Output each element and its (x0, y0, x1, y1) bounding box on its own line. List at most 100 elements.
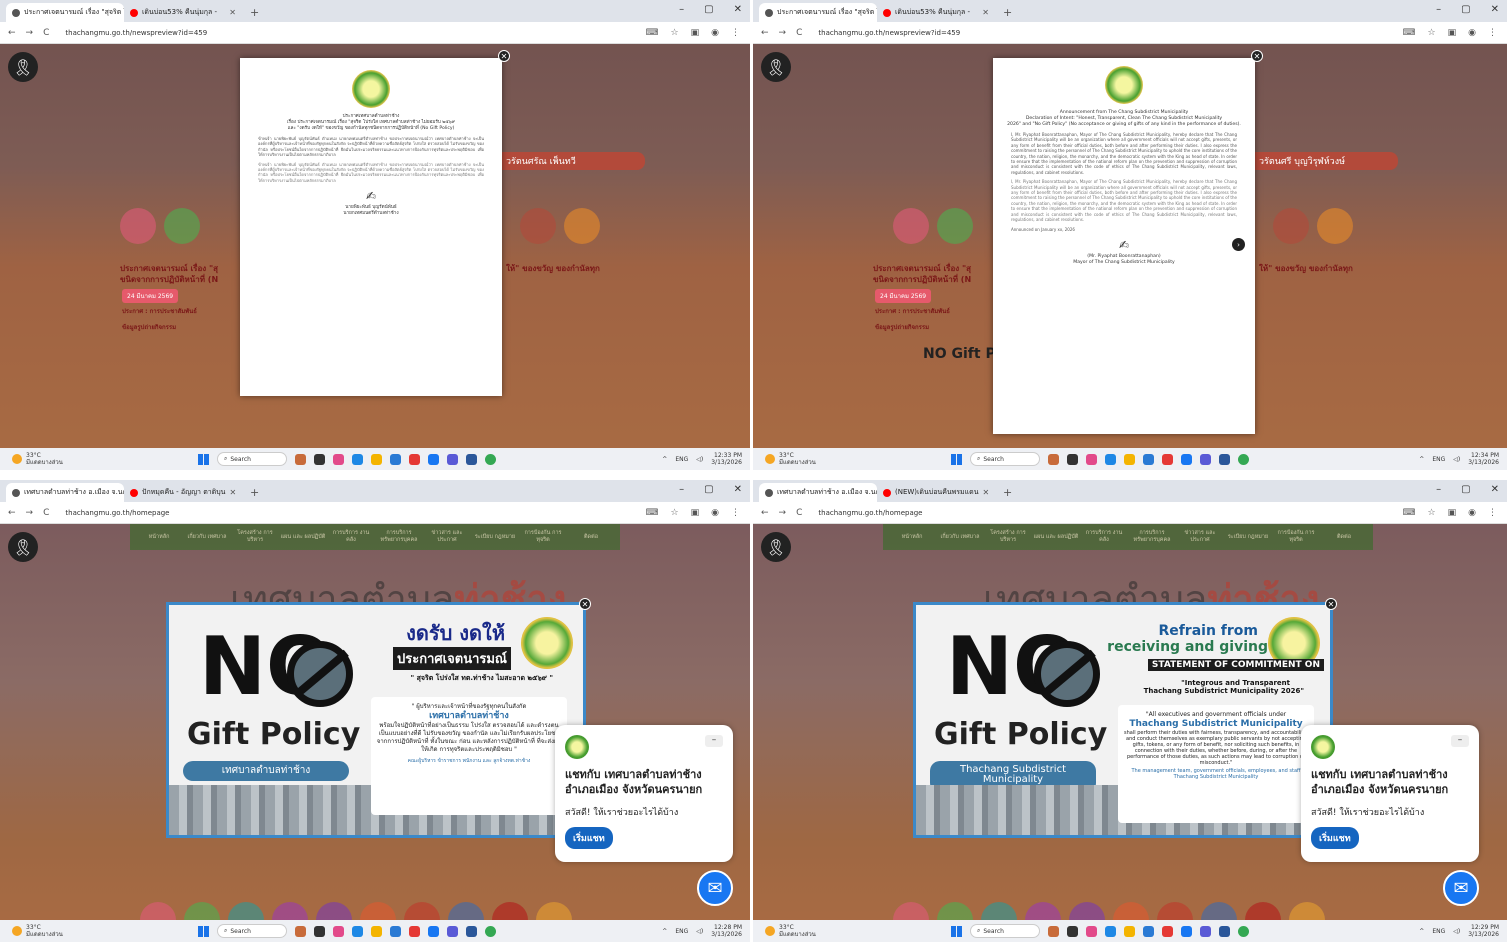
close-window-button[interactable]: ✕ (1491, 484, 1499, 495)
bookmark-star-icon[interactable]: ☆ (671, 508, 679, 518)
translate-icon[interactable]: ⌨ (646, 508, 659, 518)
minimize-button[interactable]: – (679, 4, 684, 15)
weather-widget[interactable]: 33°C มีแดดบางส่วน (765, 452, 816, 466)
edge-icon[interactable] (352, 925, 363, 937)
nav-item[interactable]: ระเบียบ กฎหมาย (1225, 534, 1271, 541)
windows-start-icon[interactable] (198, 925, 209, 937)
close-banner-icon[interactable]: ✕ (579, 598, 591, 610)
url-field[interactable]: thachangmu.go.th/newspreview?id=459 (65, 29, 207, 37)
chat-minimize-button[interactable]: – (705, 735, 723, 747)
extensions-icon[interactable]: ▣ (691, 28, 700, 38)
tray-up-icon[interactable]: ^ (1419, 928, 1424, 935)
word-icon[interactable] (1219, 925, 1230, 937)
youtube-app-icon[interactable] (1162, 453, 1173, 465)
explorer-icon[interactable] (371, 925, 382, 937)
taskbar-search[interactable]: ⌕ Search (970, 924, 1040, 938)
tab-homepage[interactable]: เทศบาลตำบลท่าช้าง อ.เมือง จ.นครนา ✕ (6, 483, 124, 502)
nav-item[interactable]: การบริการ ทรัพยากรบุคคล (1129, 530, 1175, 544)
menu-icon[interactable]: ⋮ (1488, 508, 1497, 518)
close-window-button[interactable]: ✕ (734, 484, 742, 495)
tray-up-icon[interactable]: ^ (662, 456, 667, 463)
tray-up-icon[interactable]: ^ (662, 928, 667, 935)
minimize-button[interactable]: – (679, 484, 684, 495)
close-window-button[interactable]: ✕ (734, 4, 742, 15)
maximize-button[interactable]: ▢ (1461, 484, 1470, 495)
nav-item[interactable]: การบริการ ทรัพยากรบุคคล (376, 530, 422, 544)
profile-icon[interactable]: ◉ (711, 508, 719, 518)
explorer-icon[interactable] (1124, 925, 1135, 937)
extensions-icon[interactable]: ▣ (691, 508, 700, 518)
word-icon[interactable] (466, 453, 477, 465)
youtube-app-icon[interactable] (409, 453, 420, 465)
tab-close-icon[interactable]: ✕ (982, 8, 989, 17)
chat-minimize-button[interactable]: – (1451, 735, 1469, 747)
reload-icon[interactable]: C (43, 508, 49, 518)
minimize-button[interactable]: – (1436, 484, 1441, 495)
tab-homepage[interactable]: เทศบาลตำบลท่าช้าง อ.เมือง จ.นครนา ✕ (759, 483, 877, 502)
nav-item[interactable]: การบริการ งานคลัง (1081, 530, 1127, 544)
close-window-button[interactable]: ✕ (1491, 4, 1499, 15)
forward-icon[interactable]: → (779, 508, 787, 518)
nav-item[interactable]: เกี่ยวกับ เทศบาล (937, 534, 983, 541)
tab-youtube[interactable]: (NEW)เดินบ่อนคืนพรมแดน ✕ (877, 483, 995, 502)
close-modal-icon[interactable]: ✕ (498, 50, 510, 62)
url-field[interactable]: thachangmu.go.th/newspreview?id=459 (818, 29, 960, 37)
bookmark-star-icon[interactable]: ☆ (1428, 28, 1436, 38)
messenger-icon[interactable]: ✉ (697, 870, 733, 906)
profile-icon[interactable]: ◉ (711, 28, 719, 38)
forward-icon[interactable]: → (779, 28, 787, 38)
forward-icon[interactable]: → (26, 28, 34, 38)
nav-item[interactable]: ติดต่อ (1321, 534, 1367, 541)
bookmark-star-icon[interactable]: ☆ (1428, 508, 1436, 518)
copilot-icon[interactable] (333, 453, 344, 465)
url-field[interactable]: thachangmu.go.th/homepage (65, 509, 169, 517)
maximize-button[interactable]: ▢ (704, 484, 713, 495)
tab-youtube[interactable]: เดินบ่อน53% คืนนุ่มกุล - ✕ (124, 3, 242, 22)
weather-widget[interactable]: 33°C มีแดดบางส่วน (765, 924, 816, 938)
forward-icon[interactable]: → (26, 508, 34, 518)
chrome-icon[interactable] (1238, 453, 1249, 465)
close-banner-icon[interactable]: ✕ (1325, 598, 1337, 610)
tab-close-icon[interactable]: ✕ (983, 488, 990, 497)
reload-icon[interactable]: C (796, 508, 802, 518)
word-icon[interactable] (1219, 453, 1230, 465)
nav-item[interactable]: ระเบียบ กฎหมาย (472, 534, 518, 541)
facebook-icon[interactable] (428, 925, 439, 937)
nav-item[interactable]: โครงสร้าง การบริหาร (232, 530, 278, 544)
taskview-icon[interactable] (1067, 925, 1078, 937)
nav-item[interactable]: การบริการ งานคลัง (328, 530, 374, 544)
edge-icon[interactable] (1105, 453, 1116, 465)
new-tab-button[interactable]: + (1003, 486, 1012, 499)
app-icon[interactable] (295, 453, 306, 465)
youtube-app-icon[interactable] (409, 925, 420, 937)
chrome-icon[interactable] (485, 925, 496, 937)
nav-item[interactable]: โครงสร้าง การบริหาร (985, 530, 1031, 544)
close-modal-icon[interactable]: ✕ (1251, 50, 1263, 62)
minimize-button[interactable]: – (1436, 4, 1441, 15)
translate-icon[interactable]: ⌨ (1403, 508, 1416, 518)
clock[interactable]: 12:28 PM 3/13/2026 (711, 924, 742, 938)
tab-close-icon[interactable]: ✕ (229, 488, 236, 497)
windows-start-icon[interactable] (951, 453, 962, 465)
copilot-icon[interactable] (1086, 453, 1097, 465)
volume-icon[interactable]: ◁) (696, 928, 703, 935)
tab-close-icon[interactable]: ✕ (229, 8, 236, 17)
store-icon[interactable] (390, 453, 401, 465)
back-icon[interactable]: ← (8, 508, 16, 518)
volume-icon[interactable]: ◁) (696, 456, 703, 463)
next-page-icon[interactable]: › (1232, 238, 1245, 251)
taskbar-search[interactable]: ⌕ Search (970, 452, 1040, 466)
nav-item[interactable]: ข่าวสาร และ ประกาศ (424, 530, 470, 544)
taskview-icon[interactable] (314, 453, 325, 465)
weather-widget[interactable]: 33°C มีแดดบางส่วน (12, 452, 63, 466)
translate-icon[interactable]: ⌨ (1403, 28, 1416, 38)
new-tab-button[interactable]: + (250, 486, 259, 499)
back-icon[interactable]: ← (761, 28, 769, 38)
nav-item[interactable]: การป้องกัน การทุจริต (520, 530, 566, 544)
reload-icon[interactable]: C (43, 28, 49, 38)
language-indicator[interactable]: ENG (675, 456, 688, 463)
clock[interactable]: 12:29 PM 3/13/2026 (1468, 924, 1499, 938)
explorer-icon[interactable] (1124, 453, 1135, 465)
teams-icon[interactable] (1200, 453, 1211, 465)
app-icon[interactable] (1048, 925, 1059, 937)
